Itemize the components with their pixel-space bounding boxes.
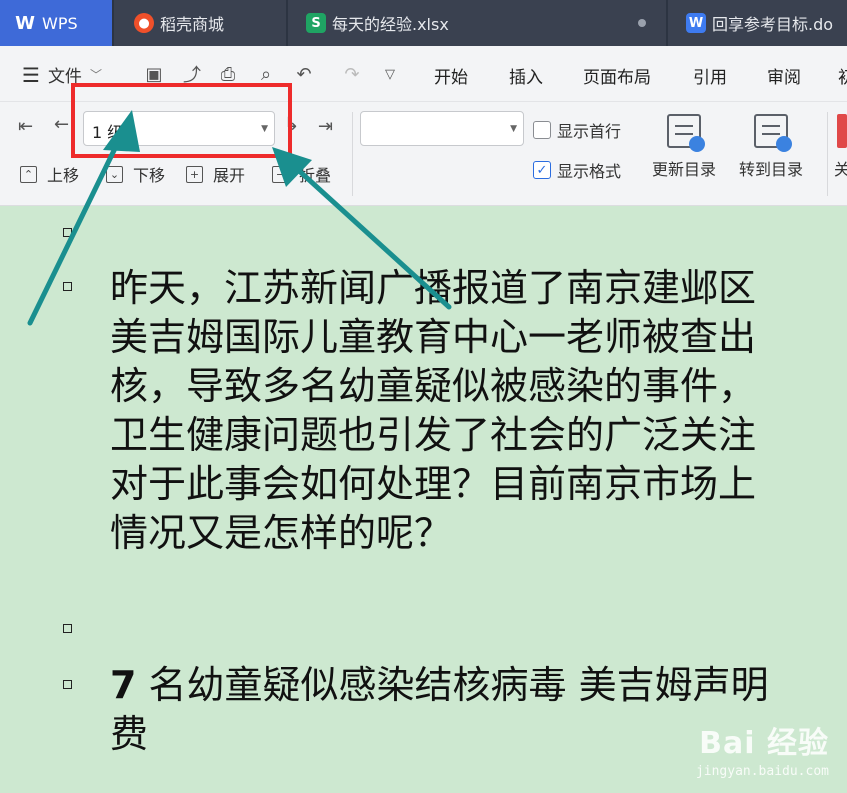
arrow-right [272, 147, 452, 310]
annotation-arrows [27, 110, 452, 326]
arrow-left [27, 110, 140, 326]
